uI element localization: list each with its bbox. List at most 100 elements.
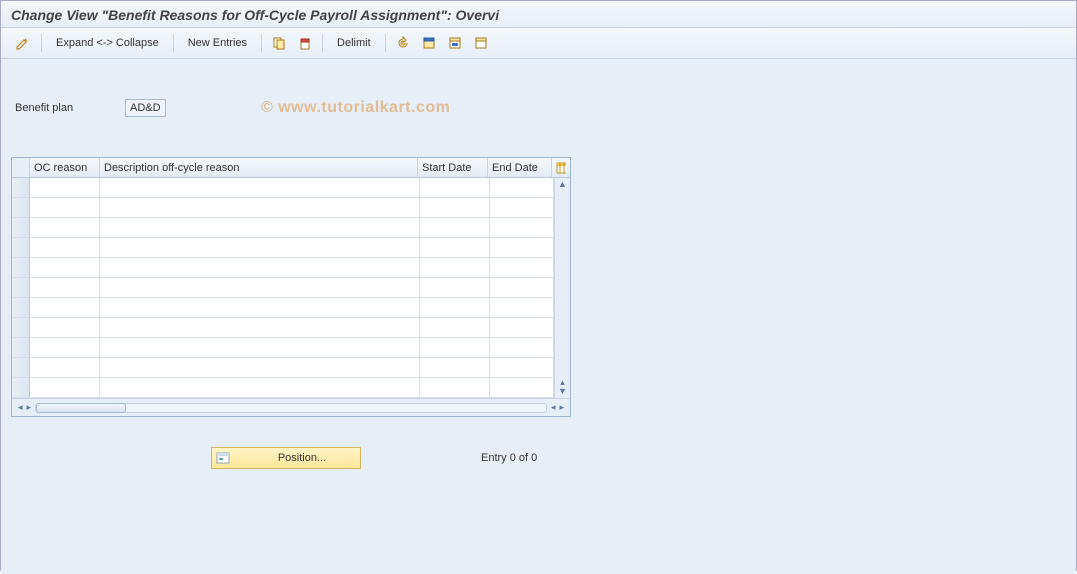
cell-end-date[interactable]	[490, 298, 554, 317]
table-footer: Position... Entry 0 of 0	[11, 447, 1066, 469]
cell-description[interactable]	[100, 338, 420, 357]
cell-end-date[interactable]	[490, 318, 554, 337]
row-selector[interactable]	[12, 278, 30, 297]
cell-end-date[interactable]	[490, 338, 554, 357]
table-row[interactable]	[12, 318, 554, 338]
vertical-scrollbar[interactable]: ▲ ▴ ▼	[554, 178, 570, 398]
header-selector[interactable]	[12, 158, 30, 177]
position-icon	[216, 451, 230, 465]
delimit-button[interactable]: Delimit	[327, 37, 381, 49]
scroll-left-icon[interactable]: ▸	[27, 402, 32, 413]
scroll-right-end-icon[interactable]: ▸	[559, 402, 564, 413]
scroll-up-icon[interactable]: ▲	[558, 180, 567, 189]
cell-end-date[interactable]	[490, 378, 554, 397]
cell-oc-reason[interactable]	[30, 358, 100, 377]
cell-description[interactable]	[100, 218, 420, 237]
hscroll-track[interactable]	[35, 403, 547, 413]
cell-start-date[interactable]	[420, 278, 490, 297]
cell-oc-reason[interactable]	[30, 318, 100, 337]
cell-start-date[interactable]	[420, 358, 490, 377]
cell-start-date[interactable]	[420, 218, 490, 237]
row-selector[interactable]	[12, 198, 30, 217]
table-row[interactable]	[12, 278, 554, 298]
delete-icon[interactable]	[292, 32, 318, 54]
cell-oc-reason[interactable]	[30, 218, 100, 237]
row-selector[interactable]	[12, 178, 30, 197]
cell-end-date[interactable]	[490, 198, 554, 217]
row-selector[interactable]	[12, 298, 30, 317]
select-block-icon[interactable]	[442, 32, 468, 54]
cell-start-date[interactable]	[420, 338, 490, 357]
cell-oc-reason[interactable]	[30, 278, 100, 297]
undo-icon[interactable]	[390, 32, 416, 54]
cell-description[interactable]	[100, 278, 420, 297]
cell-end-date[interactable]	[490, 238, 554, 257]
cell-start-date[interactable]	[420, 258, 490, 277]
hscroll-thumb[interactable]	[36, 403, 126, 413]
row-selector[interactable]	[12, 218, 30, 237]
cell-start-date[interactable]	[420, 238, 490, 257]
cell-oc-reason[interactable]	[30, 298, 100, 317]
cell-start-date[interactable]	[420, 318, 490, 337]
table-row[interactable]	[12, 218, 554, 238]
cell-description[interactable]	[100, 258, 420, 277]
cell-start-date[interactable]	[420, 298, 490, 317]
new-entries-button[interactable]: New Entries	[178, 37, 257, 49]
cell-end-date[interactable]	[490, 358, 554, 377]
cell-oc-reason[interactable]	[30, 178, 100, 197]
cell-description[interactable]	[100, 238, 420, 257]
cell-oc-reason[interactable]	[30, 378, 100, 397]
table-row[interactable]	[12, 378, 554, 398]
table-row[interactable]	[12, 178, 554, 198]
header-end-date[interactable]: End Date	[488, 158, 552, 177]
table-row[interactable]	[12, 298, 554, 318]
header-oc-reason[interactable]: OC reason	[30, 158, 100, 177]
benefit-plan-label: Benefit plan	[15, 102, 125, 114]
benefit-plan-value: AD&D	[125, 99, 166, 117]
cell-description[interactable]	[100, 298, 420, 317]
cell-oc-reason[interactable]	[30, 338, 100, 357]
row-selector[interactable]	[12, 258, 30, 277]
scroll-right-icon[interactable]: ◂	[551, 402, 556, 413]
row-selector[interactable]	[12, 318, 30, 337]
application-toolbar: Expand <-> Collapse New Entries Delimit	[1, 28, 1076, 59]
cell-start-date[interactable]	[420, 378, 490, 397]
cell-end-date[interactable]	[490, 258, 554, 277]
position-button[interactable]: Position...	[211, 447, 361, 469]
row-selector[interactable]	[12, 358, 30, 377]
row-selector[interactable]	[12, 238, 30, 257]
table-row[interactable]	[12, 238, 554, 258]
table-row[interactable]	[12, 258, 554, 278]
scroll-down-icon[interactable]: ▼	[558, 387, 567, 396]
select-all-icon[interactable]	[416, 32, 442, 54]
cell-description[interactable]	[100, 178, 420, 197]
table-row[interactable]	[12, 198, 554, 218]
cell-end-date[interactable]	[490, 178, 554, 197]
cell-end-date[interactable]	[490, 278, 554, 297]
row-selector[interactable]	[12, 338, 30, 357]
horizontal-scrollbar[interactable]: ◂ ▸ ◂ ▸	[12, 398, 570, 416]
cell-description[interactable]	[100, 318, 420, 337]
cell-start-date[interactable]	[420, 198, 490, 217]
cell-end-date[interactable]	[490, 218, 554, 237]
table-row[interactable]	[12, 338, 554, 358]
page-title: Change View "Benefit Reasons for Off-Cyc…	[11, 7, 499, 23]
entry-status: Entry 0 of 0	[481, 452, 537, 464]
table-settings-icon[interactable]	[552, 158, 570, 177]
toggle-display-change-icon[interactable]	[9, 32, 37, 54]
row-selector[interactable]	[12, 378, 30, 397]
copy-as-icon[interactable]	[266, 32, 292, 54]
header-description[interactable]: Description off-cycle reason	[100, 158, 418, 177]
table-row[interactable]	[12, 358, 554, 378]
cell-oc-reason[interactable]	[30, 258, 100, 277]
cell-oc-reason[interactable]	[30, 238, 100, 257]
cell-oc-reason[interactable]	[30, 198, 100, 217]
cell-description[interactable]	[100, 358, 420, 377]
cell-description[interactable]	[100, 198, 420, 217]
cell-description[interactable]	[100, 378, 420, 397]
scroll-left-start-icon[interactable]: ◂	[18, 402, 23, 413]
expand-collapse-button[interactable]: Expand <-> Collapse	[46, 37, 169, 49]
header-start-date[interactable]: Start Date	[418, 158, 488, 177]
deselect-all-icon[interactable]	[468, 32, 494, 54]
cell-start-date[interactable]	[420, 178, 490, 197]
